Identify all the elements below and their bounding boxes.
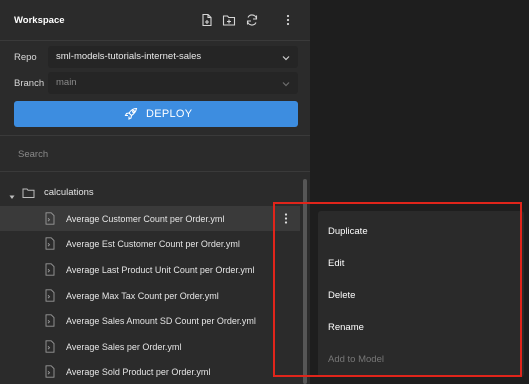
file-name: Average Last Product Unit Count per Orde…: [66, 265, 255, 275]
repo-select[interactable]: sml-models-tutorials-internet-sales: [48, 46, 298, 68]
search-divider: [0, 171, 310, 172]
branch-value: main: [56, 77, 77, 88]
file-row[interactable]: Average Sales Amount SD Count per Order.…: [0, 308, 300, 333]
more-vertical-icon[interactable]: [280, 212, 292, 225]
new-file-icon[interactable]: [200, 13, 214, 27]
folder-name: calculations: [44, 187, 94, 198]
file-name: Average Est Customer Count per Order.yml: [66, 239, 240, 249]
file-name: Average Customer Count per Order.yml: [66, 214, 225, 224]
refresh-icon[interactable]: [245, 13, 259, 27]
file-name: Average Max Tax Count per Order.yml: [66, 291, 219, 301]
file-icon: [45, 340, 55, 353]
workspace-header: Workspace: [0, 0, 310, 40]
file-name: Average Sales per Order.yml: [66, 342, 182, 352]
file-icon: [45, 365, 55, 378]
more-vertical-icon[interactable]: [281, 13, 295, 27]
chevron-down-icon: [280, 77, 292, 89]
file-icon: [45, 212, 55, 225]
context-menu: Duplicate Edit Delete Rename Add to Mode…: [318, 211, 524, 377]
new-folder-icon[interactable]: [222, 13, 236, 27]
deploy-divider: [0, 135, 310, 136]
file-row[interactable]: Average Sold Product per Order.yml: [0, 359, 300, 384]
menu-item-add-to-model: Add to Model: [328, 354, 384, 365]
search-input[interactable]: Search: [18, 149, 48, 160]
menu-item-rename[interactable]: Rename: [328, 322, 364, 333]
menu-item-edit[interactable]: Edit: [328, 258, 344, 269]
file-row[interactable]: Average Est Customer Count per Order.yml: [0, 231, 300, 256]
deploy-label: DEPLOY: [146, 108, 193, 120]
menu-item-duplicate[interactable]: Duplicate: [328, 226, 368, 237]
file-name: Average Sold Product per Order.yml: [66, 367, 211, 377]
file-icon: [45, 263, 55, 276]
file-row[interactable]: Average Sales per Order.yml: [0, 334, 300, 359]
deploy-button[interactable]: DEPLOY: [14, 101, 298, 127]
header-divider: [0, 40, 310, 41]
repo-label: Repo: [14, 52, 37, 63]
folder-row-calculations[interactable]: calculations: [0, 179, 300, 205]
file-row[interactable]: Average Customer Count per Order.yml: [0, 206, 300, 231]
file-name: Average Sales Amount SD Count per Order.…: [66, 316, 256, 326]
tree-scrollbar[interactable]: [303, 179, 307, 384]
file-icon: [45, 314, 55, 327]
menu-item-delete[interactable]: Delete: [328, 290, 355, 301]
file-row[interactable]: Average Last Product Unit Count per Orde…: [0, 257, 300, 282]
branch-label: Branch: [14, 78, 45, 89]
folder-icon: [22, 186, 35, 198]
file-icon: [45, 289, 55, 302]
branch-select[interactable]: main: [48, 72, 298, 94]
workspace-title: Workspace: [14, 15, 65, 26]
workspace-sidebar: Workspace Repo sml-models-tutorials-inte…: [0, 0, 310, 384]
caret-down-icon[interactable]: [8, 188, 16, 199]
repo-value: sml-models-tutorials-internet-sales: [56, 51, 202, 62]
rocket-icon: [124, 107, 138, 121]
chevron-down-icon: [280, 51, 292, 63]
file-row[interactable]: Average Max Tax Count per Order.yml: [0, 283, 300, 308]
file-icon: [45, 237, 55, 250]
